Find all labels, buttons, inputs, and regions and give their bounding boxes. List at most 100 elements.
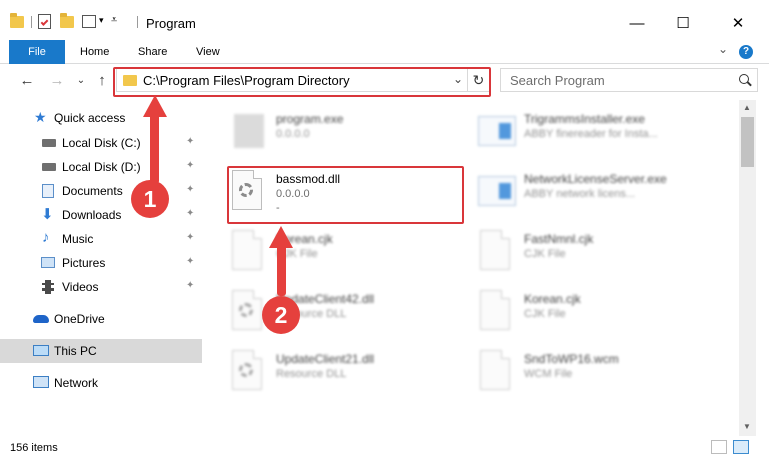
file-item[interactable]: NetworkLicenseServer.exe ABBY network li… <box>478 168 728 224</box>
pin-icon[interactable]: ✦ <box>186 208 194 219</box>
file-item[interactable]: SndToWP16.wcm WCM File <box>478 348 728 404</box>
network-icon <box>33 376 49 388</box>
tab-share[interactable]: Share <box>126 40 179 64</box>
file-type: WCM File <box>524 368 573 380</box>
pin-icon[interactable]: ✦ <box>186 136 194 147</box>
sidebar-item-label: Music <box>62 232 94 246</box>
window-title: Program <box>146 16 196 31</box>
application-icon <box>478 170 516 212</box>
file-version: 0.0.0.0 <box>276 188 310 200</box>
expand-ribbon-icon[interactable]: ⌄ <box>718 42 728 56</box>
sidebar-item-network[interactable]: Network <box>0 371 202 395</box>
divider <box>31 16 32 28</box>
refresh-button[interactable]: ↻ <box>467 68 489 92</box>
sidebar-item-onedrive[interactable]: OneDrive <box>0 307 202 331</box>
executable-icon <box>230 110 264 152</box>
close-button[interactable]: ✕ <box>715 10 761 36</box>
file-item-bassmod[interactable]: bassmod.dll 0.0.0.0 - <box>230 168 480 224</box>
file-type: CJK File <box>524 308 566 320</box>
scroll-down-icon[interactable]: ▼ <box>743 422 751 431</box>
sidebar-item-local-disk-d[interactable]: Local Disk (D:) ✦ <box>0 155 202 179</box>
view-options-icon[interactable] <box>82 15 96 28</box>
drive-icon <box>42 163 56 171</box>
recent-locations-button[interactable]: ⌄ <box>72 72 90 90</box>
navigation-pane: ★ Quick access Local Disk (C:) ✦ Local D… <box>0 100 205 436</box>
step-badge: 1 <box>131 180 169 218</box>
file-item[interactable]: Korean.cjk CJK File <box>230 228 480 284</box>
arrow-shaft <box>277 244 286 296</box>
details-view-icon[interactable] <box>711 440 727 454</box>
item-count: 156 items <box>10 442 58 454</box>
up-button[interactable]: ↑ <box>93 72 111 90</box>
folder-icon <box>10 13 24 28</box>
sidebar-item-local-disk-c[interactable]: Local Disk (C:) ✦ <box>0 131 202 155</box>
sidebar-item-quick-access[interactable]: ★ Quick access <box>0 106 202 130</box>
sidebar-item-documents[interactable]: Documents ✦ <box>0 179 202 203</box>
help-icon[interactable]: ? <box>739 45 753 59</box>
scroll-thumb[interactable] <box>741 117 754 167</box>
sidebar-item-label: Quick access <box>54 111 126 125</box>
status-bar: 156 items <box>0 436 769 474</box>
sidebar-item-label: Local Disk (D:) <box>62 160 141 174</box>
address-bar[interactable]: C:\Program Files\Program Directory ⌄ ↻ <box>116 68 490 92</box>
sidebar-item-label: This PC <box>54 344 97 358</box>
search-box[interactable]: Search Program <box>500 68 758 92</box>
tab-home[interactable]: Home <box>68 40 121 64</box>
dll-file-icon <box>230 290 264 332</box>
sidebar-item-label: Downloads <box>62 208 122 222</box>
pin-icon[interactable]: ✦ <box>186 280 194 291</box>
large-icons-view-icon[interactable] <box>733 440 749 454</box>
new-folder-icon[interactable] <box>60 13 74 28</box>
sidebar-item-this-pc[interactable]: This PC <box>0 339 202 363</box>
file-name: FastNmnl.cjk <box>524 232 594 246</box>
address-history-icon[interactable]: ⌄ <box>453 72 463 86</box>
videos-icon <box>42 280 54 294</box>
pin-icon[interactable]: ✦ <box>186 184 194 195</box>
search-input[interactable]: Search Program <box>510 73 605 88</box>
back-button[interactable]: ← <box>18 72 36 90</box>
chevron-down-icon[interactable]: ▾ <box>99 15 104 26</box>
arrow-shaft <box>150 114 159 184</box>
file-name: bassmod.dll <box>276 172 341 186</box>
sidebar-item-pictures[interactable]: Pictures ✦ <box>0 251 202 275</box>
step-badge: 2 <box>262 296 300 334</box>
scroll-up-icon[interactable]: ▲ <box>743 103 751 112</box>
sidebar-item-videos[interactable]: Videos ✦ <box>0 275 202 299</box>
file-item[interactable]: TrigrammsInstaller.exe ABBY finereader f… <box>478 108 728 164</box>
title-bar: ▾ ⩡ Program — ☐ ✕ <box>0 0 769 40</box>
dll-file-icon <box>230 170 264 212</box>
sidebar-item-music[interactable]: ♪ Music ✦ <box>0 227 202 251</box>
search-icon[interactable] <box>739 74 749 84</box>
file-name: NetworkLicenseServer.exe <box>524 172 667 186</box>
sidebar-item-label: Local Disk (C:) <box>62 136 141 150</box>
star-icon: ★ <box>34 109 47 125</box>
tab-view[interactable]: View <box>184 40 232 64</box>
pin-icon[interactable]: ✦ <box>186 256 194 267</box>
file-type: CJK File <box>524 248 566 260</box>
documents-icon <box>42 184 54 198</box>
pin-icon[interactable]: ✦ <box>186 160 194 171</box>
pictures-icon <box>41 257 55 268</box>
sidebar-item-label: Pictures <box>62 256 106 270</box>
file-name: program.exe <box>276 112 344 126</box>
file-name: TrigrammsInstaller.exe <box>524 112 645 126</box>
properties-icon[interactable] <box>38 14 51 29</box>
file-item[interactable]: Korean.cjk CJK File <box>478 288 728 344</box>
maximize-button[interactable]: ☐ <box>660 10 706 36</box>
vertical-scrollbar[interactable]: ▲ ▼ <box>739 100 756 436</box>
customize-toolbar-icon[interactable]: ⩡ <box>111 14 117 27</box>
file-item[interactable]: FastNmnl.cjk CJK File <box>478 228 728 284</box>
file-description: ABBY finereader for Insta... <box>524 128 658 140</box>
minimize-button[interactable]: — <box>614 10 660 36</box>
file-name: SndToWP16.wcm <box>524 352 619 366</box>
address-path[interactable]: C:\Program Files\Program Directory <box>143 73 350 88</box>
file-item[interactable]: program.exe 0.0.0.0 <box>230 108 480 164</box>
file-item[interactable]: UpdateClient21.dll Resource DLL <box>230 348 480 404</box>
file-name: UpdateClient21.dll <box>276 352 375 366</box>
file-icon <box>230 230 264 272</box>
sidebar-item-downloads[interactable]: ⬇ Downloads ✦ <box>0 203 202 227</box>
pin-icon[interactable]: ✦ <box>186 232 194 243</box>
music-icon: ♪ <box>42 229 50 246</box>
forward-button[interactable]: → <box>48 72 66 90</box>
dll-file-icon <box>230 350 264 392</box>
